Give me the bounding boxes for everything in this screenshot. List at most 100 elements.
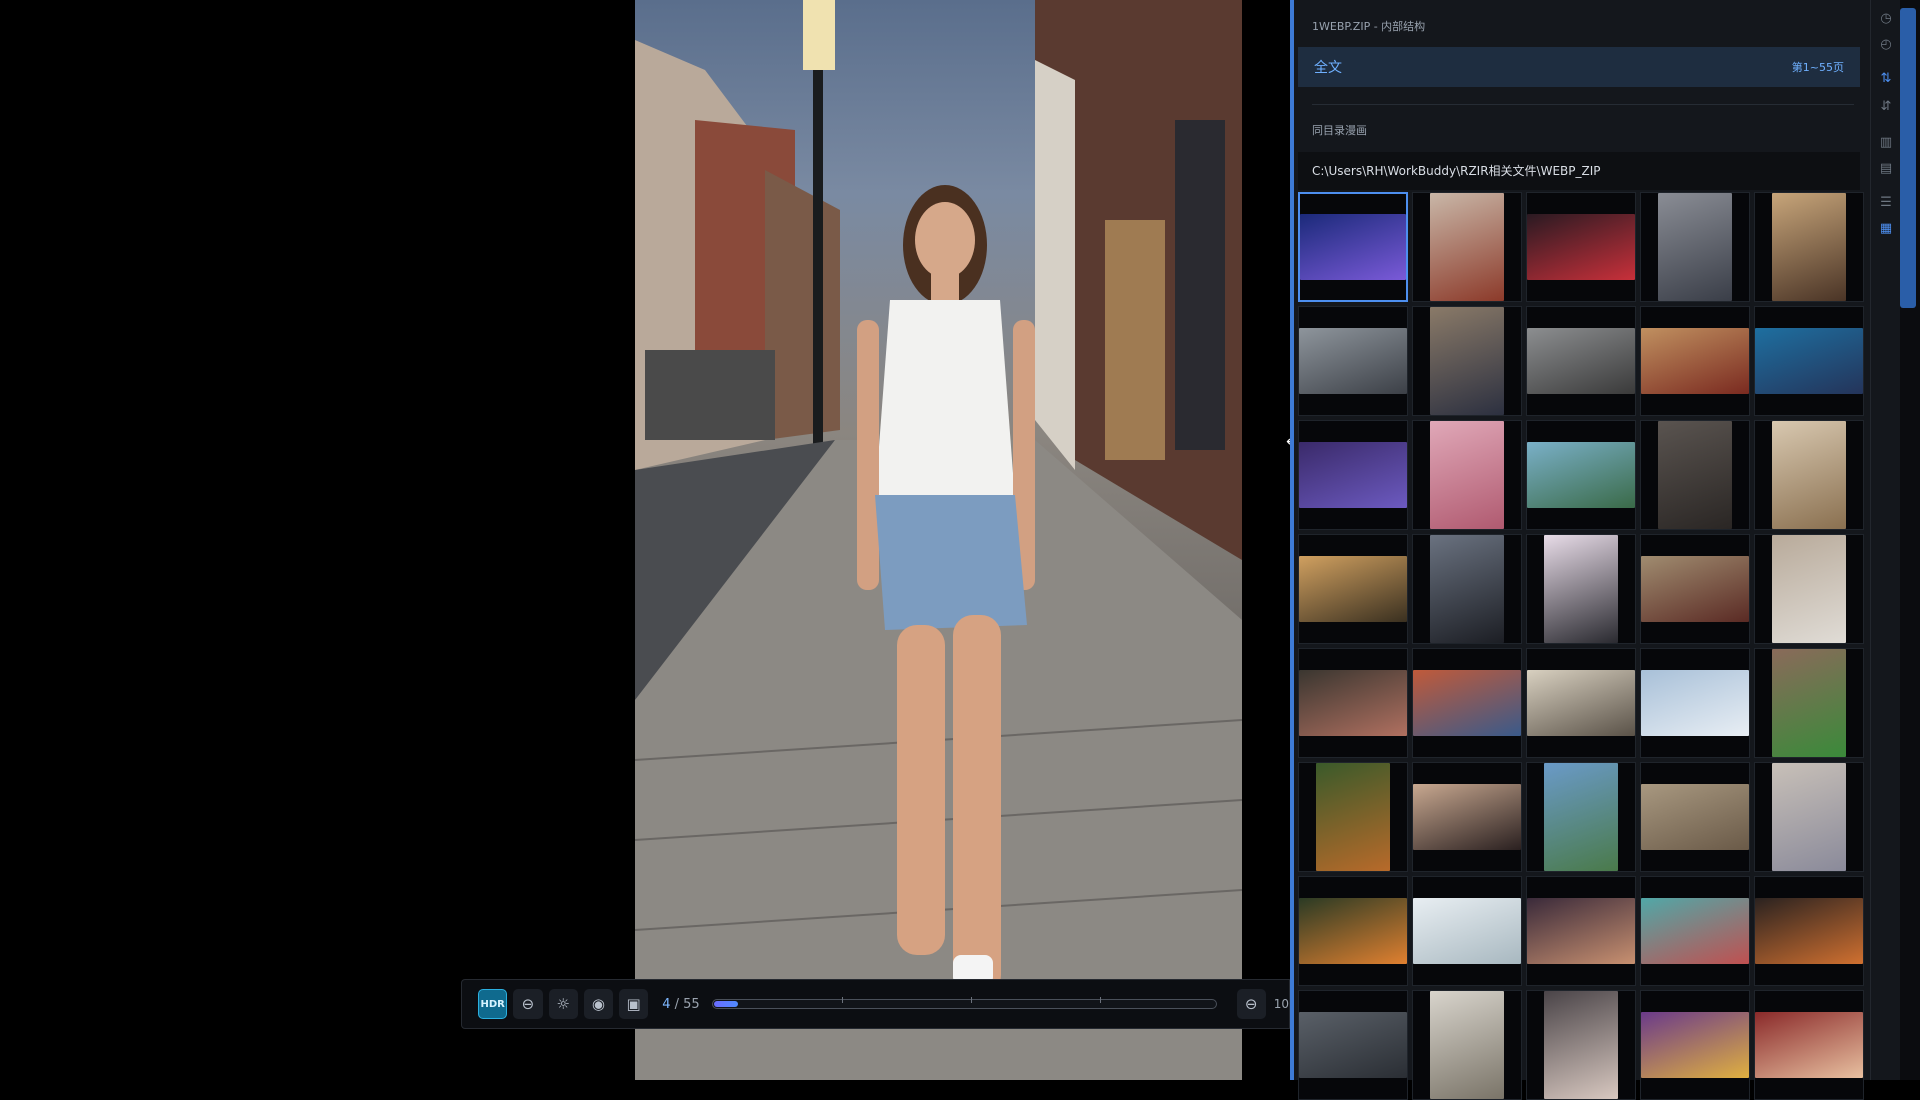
sort-asc-icon[interactable]: ⇅ [1876,68,1896,88]
grid-view-icon[interactable]: ▦ [1876,218,1896,238]
thumbnail-image [1527,669,1635,737]
thumbnail-image [1641,1011,1749,1079]
thumbnail-item[interactable] [1526,306,1636,416]
thumbnail-item[interactable] [1298,876,1408,986]
thumbnail-item[interactable] [1754,648,1864,758]
page-progress-slider[interactable] [711,997,1217,1009]
thumbnail-image [1413,783,1521,851]
page-range-label: 第1~55页 [1791,61,1844,74]
thumbnail-item[interactable] [1754,420,1864,530]
thumbnail-item[interactable] [1526,534,1636,644]
progress-fill [713,1001,738,1007]
thumbnail-image [1641,327,1749,395]
clock-icon[interactable]: ◷ [1876,8,1896,28]
thumbnail-image [1299,1011,1407,1079]
street-photo [635,0,1242,1080]
current-page: 4 [662,996,671,1012]
brightness-icon[interactable]: ☼ [548,989,578,1019]
thumbnail-item[interactable] [1412,648,1522,758]
archive-title: 1WEBP.ZIP - 内部结构 [1312,20,1426,33]
thumbnail-item[interactable] [1526,192,1636,302]
chart-icon[interactable]: ▥ [1876,132,1896,152]
color-filter-icon[interactable]: ⊖ [513,989,543,1019]
thumbnail-item[interactable] [1640,648,1750,758]
eye-icon[interactable]: ◉ [583,989,613,1019]
thumbnail-image [1527,213,1635,281]
folder-path[interactable]: C:\Users\RH\WorkBuddy\RZIR相关文件\WEBP_ZIP [1298,152,1860,190]
thumbnail-item[interactable] [1754,192,1864,302]
thumbnail-image [1658,193,1732,301]
history-icon[interactable]: ◴ [1876,34,1896,54]
thumbnail-image [1772,649,1846,757]
thumbnail-item[interactable] [1754,762,1864,872]
thumbnail-image [1755,327,1863,395]
thumbnail-image [1527,897,1635,965]
thumbnail-image [1544,763,1618,871]
thumbnail-item[interactable] [1640,534,1750,644]
thumbnail-image [1641,897,1749,965]
thumbnail-image [1316,763,1390,871]
thumbnail-item[interactable] [1526,420,1636,530]
thumbnail-item[interactable] [1298,990,1408,1100]
thumbnail-item[interactable] [1298,420,1408,530]
thumbnail-image [1300,214,1406,280]
thumbnail-item[interactable] [1640,192,1750,302]
divider [1312,104,1854,105]
thumbnail-sidebar: 1WEBP.ZIP - 内部结构 全文 第1~55页 同目录漫画 C:\User… [1290,0,1870,1100]
thumbnail-item[interactable] [1412,420,1522,530]
main-image [635,0,1242,1080]
thumbnail-item[interactable] [1298,762,1408,872]
thumbnail-item[interactable] [1640,990,1750,1100]
thumbnail-item[interactable] [1412,534,1522,644]
thumbnail-item[interactable] [1640,306,1750,416]
thumbnail-image [1772,763,1846,871]
thumbnail-image [1430,991,1504,1099]
thumbnail-item[interactable] [1412,306,1522,416]
thumbnail-item[interactable] [1298,648,1408,758]
thumbnail-image [1299,669,1407,737]
thumbnail-item[interactable] [1526,648,1636,758]
thumbnail-image [1772,535,1846,643]
thumbnail-item[interactable] [1754,306,1864,416]
thumbnail-image [1641,783,1749,851]
thumbnail-item[interactable] [1526,876,1636,986]
thumbnail-item[interactable] [1526,762,1636,872]
hdr-toggle-button[interactable]: HDR [478,989,508,1019]
thumbnail-item[interactable] [1298,306,1408,416]
thumbnail-item[interactable] [1640,762,1750,872]
list-view-icon[interactable]: ☰ [1876,192,1896,212]
thumbnail-image [1430,535,1504,643]
thumbnail-item[interactable] [1412,192,1522,302]
thumbnail-image [1430,307,1504,415]
sort-desc-icon[interactable]: ⇵ [1876,96,1896,116]
thumbnail-item[interactable] [1526,990,1636,1100]
thumbnail-item[interactable] [1754,876,1864,986]
thumbnail-image [1772,193,1846,301]
thumbnail-image [1755,897,1863,965]
thumbnail-item[interactable] [1298,192,1408,302]
save-icon[interactable]: ▣ [618,989,649,1019]
thumbnail-item[interactable] [1412,876,1522,986]
thumbnail-image [1430,193,1504,301]
total-pages: 55 [683,996,700,1012]
bar-chart-icon[interactable]: ▤ [1876,158,1896,178]
thumbnail-item[interactable] [1298,534,1408,644]
tab-full-text[interactable]: 全文 [1314,57,1342,77]
thumbnail-item[interactable] [1640,876,1750,986]
thumbnail-item[interactable] [1412,762,1522,872]
thumbnail-image [1299,441,1407,509]
thumbnail-image [1430,421,1504,529]
viewer-toolbar: HDR ⊖ ☼ ◉ ▣ 4 / 55 ⊖ 10 [461,979,1290,1029]
thumbnail-item[interactable] [1754,534,1864,644]
page-tab-bar[interactable]: 全文 第1~55页 [1298,47,1860,87]
thumbnail-item[interactable] [1640,420,1750,530]
image-viewer[interactable]: ↔ HDR ⊖ ☼ ◉ ▣ 4 / 55 ⊖ 10 [0,0,1298,1080]
scrollbar-thumb[interactable] [1900,8,1916,308]
thumbnail-image [1527,441,1635,509]
thumbnail-image [1641,669,1749,737]
thumbnail-image [1755,1011,1863,1079]
zoom-out-icon[interactable]: ⊖ [1236,989,1266,1019]
icon-rail: ◷ ◴ ⇅ ⇵ ▥ ▤ ☰ ▦ [1870,0,1901,1080]
thumbnail-item[interactable] [1412,990,1522,1100]
thumbnail-item[interactable] [1754,990,1864,1100]
